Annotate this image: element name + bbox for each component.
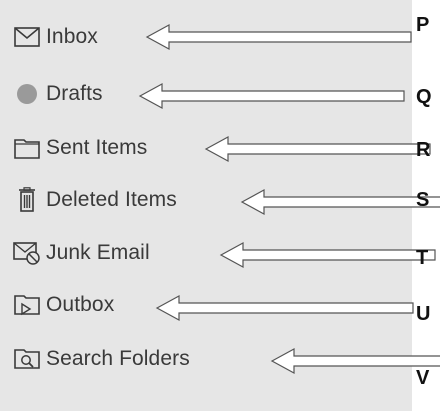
pointer-arrow-u <box>155 294 414 322</box>
folder-label-sent-items: Sent Items <box>46 136 148 159</box>
envelope-icon <box>12 24 42 50</box>
pointer-arrow-t <box>219 241 436 269</box>
trash-icon <box>12 187 42 213</box>
folder-label-drafts: Drafts <box>46 82 103 105</box>
folder-icon <box>12 135 42 161</box>
label-letter-s: S <box>416 189 430 211</box>
folder-label-outbox: Outbox <box>46 293 115 316</box>
folder-label-deleted-items: Deleted Items <box>46 188 177 211</box>
label-letter-u: U <box>416 303 431 325</box>
pointer-arrow-p <box>145 23 412 51</box>
folder-label-search-folders: Search Folders <box>46 347 190 370</box>
label-letter-v: V <box>416 367 430 389</box>
junk-icon <box>12 240 42 266</box>
label-letter-t: T <box>416 247 429 269</box>
folder-label-inbox: Inbox <box>46 25 98 48</box>
label-letter-q: Q <box>416 86 432 108</box>
drafts-icon <box>12 81 42 107</box>
pointer-arrow-q <box>138 82 405 110</box>
folder-diagram: Inbox Drafts Sent Items Deleted Items Ju… <box>0 0 440 411</box>
pointer-arrow-r <box>204 135 431 163</box>
pointer-arrow-s <box>240 188 440 216</box>
folder-label-junk-email: Junk Email <box>46 241 150 264</box>
outbox-icon <box>12 292 42 318</box>
pointer-arrow-v <box>270 347 440 375</box>
label-letter-p: P <box>416 14 430 36</box>
label-letter-r: R <box>416 139 431 161</box>
folder-item-search-folders[interactable]: Search Folders <box>12 344 262 374</box>
search-folder-icon <box>12 346 42 372</box>
